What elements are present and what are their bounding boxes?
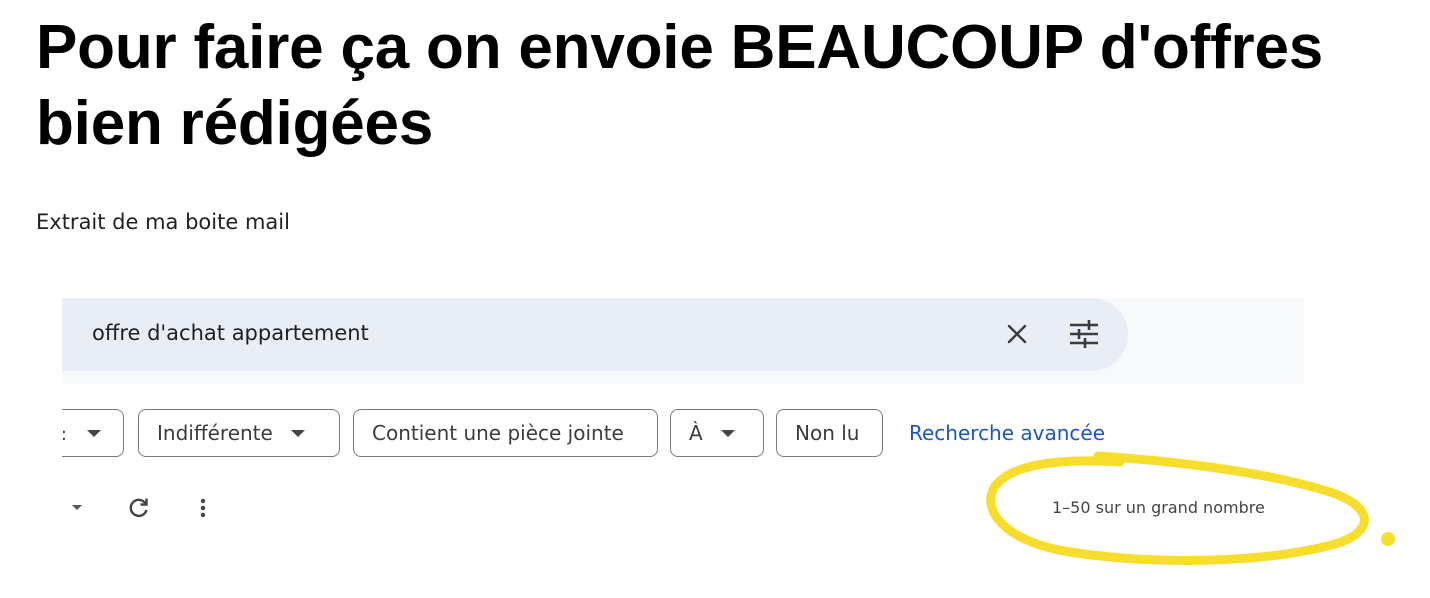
chevron-down-icon <box>87 430 101 437</box>
mailbox-screenshot: offre d'achat appartement : <box>62 268 1304 588</box>
filter-chip-truncated[interactable]: : <box>62 409 124 457</box>
page-title: Pour faire ça on envoie BEAUCOUP d'offre… <box>36 13 1324 158</box>
search-input[interactable]: offre d'achat appartement <box>92 321 369 345</box>
more-vert-icon[interactable] <box>190 495 216 521</box>
filter-chip-unread[interactable]: Non lu <box>776 409 883 457</box>
truncated-chip-label: : <box>62 424 67 445</box>
advanced-search-link[interactable]: Recherche avancée <box>909 421 1105 445</box>
chip-label: À <box>689 421 703 445</box>
tune-icon[interactable] <box>1067 317 1101 351</box>
search-box[interactable]: offre d'achat appartement <box>62 298 1128 371</box>
chevron-down-icon <box>290 429 305 437</box>
chip-label: Indifférente <box>157 421 273 445</box>
chip-label: Non lu <box>795 421 860 445</box>
search-bar-area: offre d'achat appartement <box>62 298 1304 384</box>
refresh-icon[interactable] <box>126 495 152 521</box>
filter-chip-to[interactable]: À <box>670 409 764 457</box>
image-caption: Extrait de ma boite mail <box>36 210 290 234</box>
chip-label: Contient une pièce jointe <box>372 421 624 445</box>
filter-chip-date[interactable]: Indifférente <box>138 409 340 457</box>
pagination-count: 1–50 sur un grand nombre <box>1052 498 1265 517</box>
chevron-down-icon <box>720 429 735 437</box>
close-icon[interactable] <box>1000 317 1034 351</box>
filter-chip-attachment[interactable]: Contient une pièce jointe <box>353 409 658 457</box>
caret-down-icon[interactable] <box>72 505 82 510</box>
